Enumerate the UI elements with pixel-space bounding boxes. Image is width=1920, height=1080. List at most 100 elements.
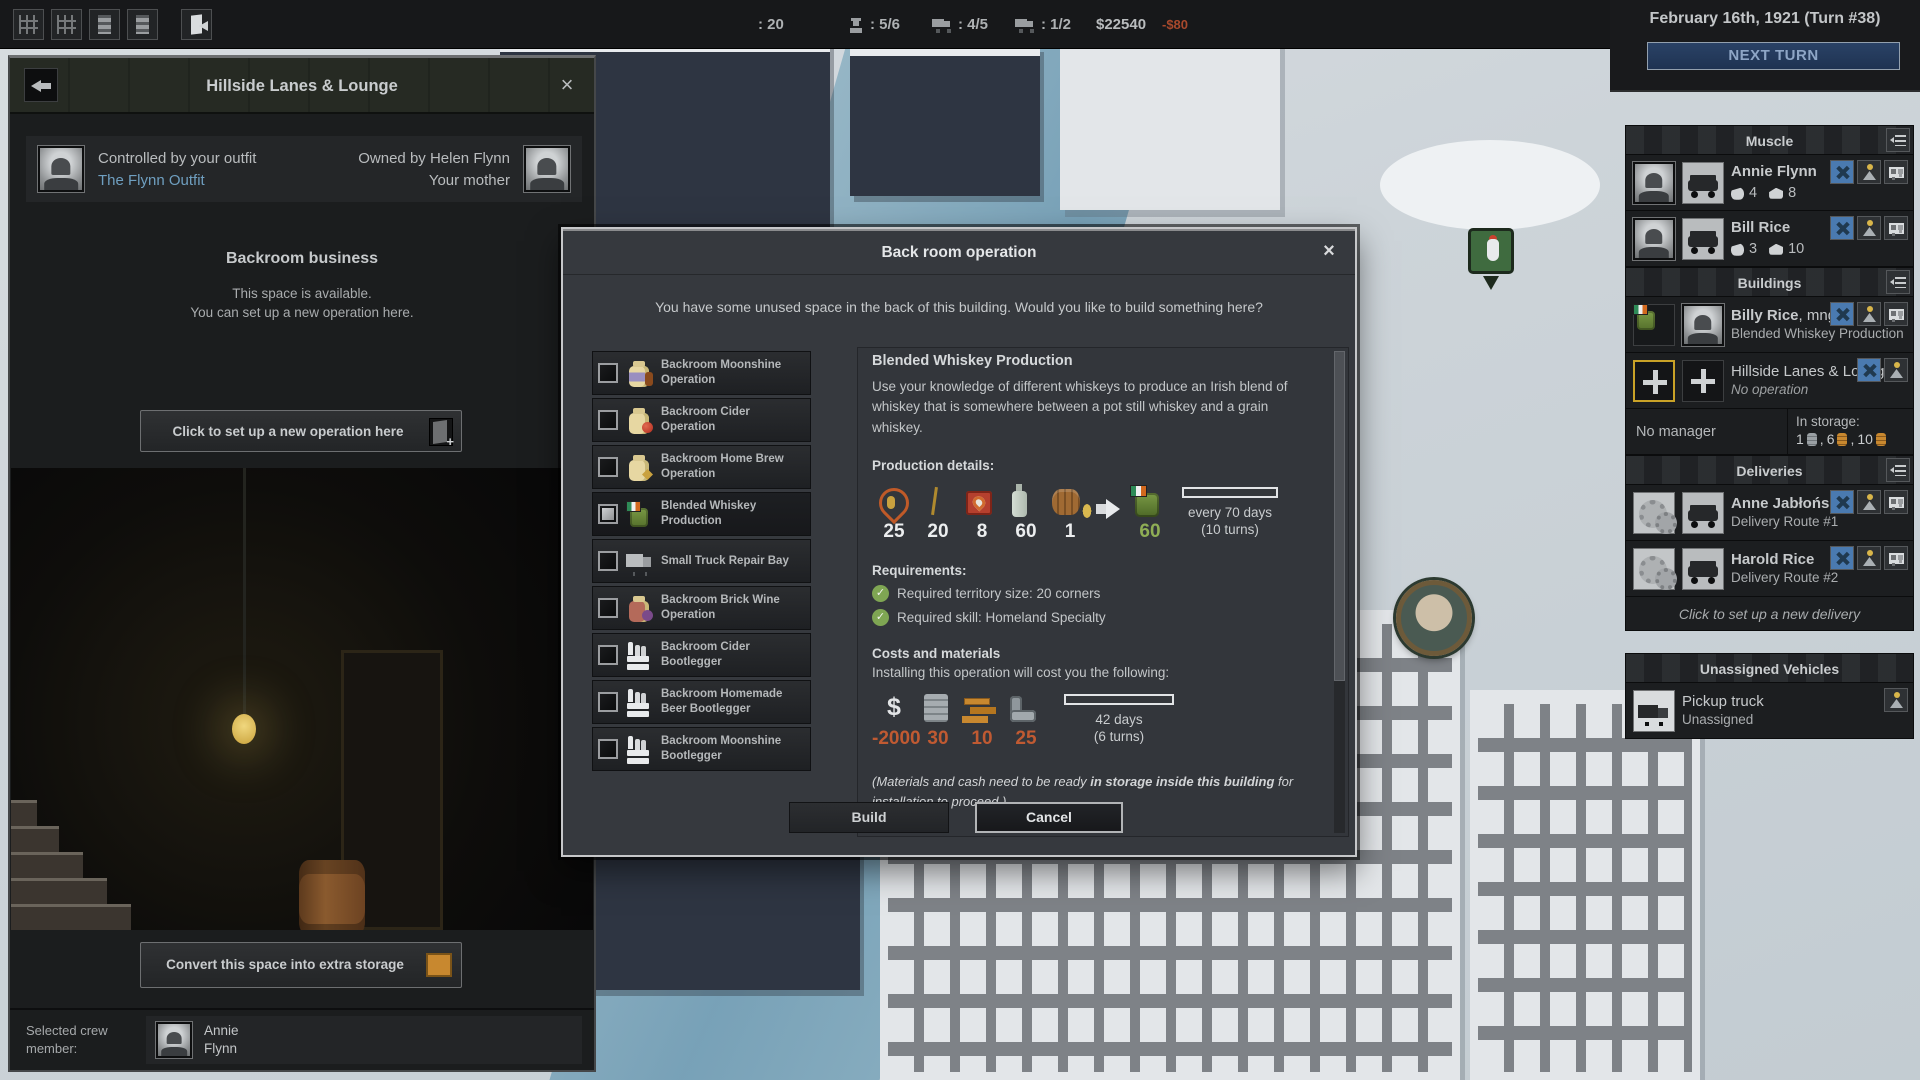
crew-stats: 4 8: [1731, 184, 1817, 203]
bowling-alley-map-marker[interactable]: [1468, 228, 1514, 274]
option-backroom-cider-bootlegger[interactable]: Backroom CiderBootlegger: [592, 633, 811, 677]
locate-on-map-icon[interactable]: [1830, 216, 1854, 240]
checkbox[interactable]: [598, 551, 618, 571]
ledger-icon[interactable]: [89, 9, 120, 40]
outfit-link[interactable]: The Flynn Outfit: [98, 170, 256, 192]
next-turn-button[interactable]: NEXT TURN: [1647, 42, 1900, 70]
assign-person-icon[interactable]: [1884, 358, 1908, 382]
territory-counter: : 20: [752, 0, 784, 49]
map-search-icon[interactable]: [51, 9, 82, 40]
convert-storage-button[interactable]: Convert this space into extra storage: [140, 942, 462, 988]
checkbox[interactable]: [598, 692, 618, 712]
building-row-whiskey[interactable]: Billy Rice, mngr. Blended Whiskey Produc…: [1625, 297, 1914, 353]
muscle-row-bill[interactable]: Bill Rice 3 10: [1625, 211, 1914, 267]
checkbox[interactable]: [598, 504, 618, 524]
locate-on-map-icon[interactable]: [1857, 358, 1881, 382]
brick-wine-jar-icon: [624, 593, 654, 623]
checkbox[interactable]: [598, 410, 618, 430]
cycle-box: every 70 days(10 turns): [1182, 483, 1278, 539]
crew-member-map-badge[interactable]: [1396, 580, 1472, 656]
selected-crew-box[interactable]: Annie Flynn: [146, 1016, 582, 1064]
delivery-row-1[interactable]: Anne Jabłoński Delivery Route #1: [1625, 485, 1914, 541]
person-portrait[interactable]: [1633, 162, 1675, 204]
character-card-icon[interactable]: [1884, 490, 1908, 514]
checkbox[interactable]: [598, 645, 618, 665]
in-storage-label: In storage:: [1796, 414, 1905, 429]
owner-portrait[interactable]: [524, 146, 570, 192]
option-backroom-moonshine-operation[interactable]: Backroom MoonshineOperation: [592, 351, 811, 395]
input-amount: 20: [916, 521, 960, 543]
scrollbar-track[interactable]: [1334, 351, 1345, 833]
character-card-icon[interactable]: [1884, 160, 1908, 184]
cancel-button[interactable]: Cancel: [975, 802, 1123, 833]
option-small-truck-repair-bay[interactable]: Small Truck Repair Bay: [592, 539, 811, 583]
controller-portrait[interactable]: [38, 146, 84, 192]
list-icon[interactable]: [1886, 270, 1910, 294]
list-icon[interactable]: [1886, 458, 1910, 482]
character-card-icon[interactable]: [1884, 216, 1908, 240]
option-backroom-brick-wine-operation[interactable]: Backroom Brick WineOperation: [592, 586, 811, 630]
close-icon[interactable]: ×: [1315, 238, 1343, 266]
locate-on-map-icon[interactable]: [1830, 302, 1854, 326]
vehicle-thumbnail[interactable]: [1682, 548, 1724, 590]
option-backroom-moonshine-bootlegger[interactable]: Backroom MoonshineBootlegger: [592, 727, 811, 771]
backroom-operation-modal: Back room operation × You have some unus…: [561, 227, 1357, 857]
add-operation-icon[interactable]: [1633, 360, 1675, 402]
exit-icon[interactable]: [181, 9, 212, 40]
vehicle-thumbnail[interactable]: [1682, 492, 1724, 534]
setup-operation-label: Click to set up a new operation here: [172, 424, 403, 439]
map-marker-tail: [1483, 276, 1499, 290]
vehicle-status: Unassigned: [1682, 711, 1764, 729]
scrollbar-thumb[interactable]: [1334, 351, 1345, 681]
grid-glyph: [57, 15, 76, 34]
locate-on-map-icon[interactable]: [1830, 546, 1854, 570]
assign-person-icon[interactable]: [1857, 216, 1881, 240]
checkbox[interactable]: [598, 598, 618, 618]
assign-person-icon[interactable]: [1857, 160, 1881, 184]
locate-on-map-icon[interactable]: [1830, 160, 1854, 184]
assign-person-icon[interactable]: [1857, 546, 1881, 570]
building-row-hillside[interactable]: Hillside Lanes & Lounge No operation: [1625, 353, 1914, 409]
character-card-icon[interactable]: [1884, 546, 1908, 570]
locate-on-map-icon[interactable]: [1830, 490, 1854, 514]
add-manager-icon[interactable]: [1682, 360, 1724, 402]
assign-person-icon[interactable]: [1857, 302, 1881, 326]
modal-prompt: You have some unused space in the back o…: [563, 299, 1355, 315]
bootlegger-icon: [624, 734, 654, 764]
contacts-book-icon[interactable]: [127, 9, 158, 40]
checkbox[interactable]: [598, 457, 618, 477]
muscle-row-annie[interactable]: Annie Flynn 4 8: [1625, 155, 1914, 211]
muscle-title: Muscle: [1746, 133, 1793, 149]
option-backroom-homemade-beer-bootlegger[interactable]: Backroom HomemadeBeer Bootlegger: [592, 680, 811, 724]
build-button[interactable]: Build: [789, 802, 949, 833]
checkbox[interactable]: [598, 739, 618, 759]
map-edit-icon[interactable]: [13, 9, 44, 40]
vehicle-thumbnail[interactable]: [1682, 162, 1724, 204]
vehicle-row-pickup[interactable]: Pickup truck Unassigned: [1625, 683, 1914, 739]
checkbox[interactable]: [598, 363, 618, 383]
delivery-row-2[interactable]: Harold Rice Delivery Route #2: [1625, 541, 1914, 597]
new-delivery-button[interactable]: Click to set up a new delivery: [1625, 597, 1914, 631]
option-backroom-home-brew-operation[interactable]: Backroom Home BrewOperation: [592, 445, 811, 489]
assign-person-icon[interactable]: [1857, 490, 1881, 514]
truck-icon: [932, 17, 952, 31]
assign-person-icon[interactable]: [1884, 688, 1908, 712]
requirements-label: Requirements:: [872, 563, 1314, 578]
character-card-icon[interactable]: [1884, 302, 1908, 326]
back-icon[interactable]: [24, 68, 58, 102]
truck-repair-icon: [624, 546, 654, 576]
close-icon[interactable]: ×: [552, 71, 582, 101]
person-portrait[interactable]: [1633, 218, 1675, 260]
crew-name: Bill Rice: [1731, 218, 1804, 238]
crew-stats: 3 10: [1731, 240, 1804, 259]
vehicle-thumbnail[interactable]: [1682, 218, 1724, 260]
setup-operation-button[interactable]: Click to set up a new operation here: [140, 410, 462, 452]
option-blended-whiskey-production[interactable]: Blended WhiskeyProduction: [592, 492, 811, 536]
pickup-truck-thumbnail[interactable]: [1633, 690, 1675, 732]
operation-detail-panel: Blended Whiskey Production Use your know…: [857, 347, 1349, 837]
costs-label: Costs and materials: [872, 646, 1314, 661]
hanging-lamp: [232, 714, 256, 744]
option-backroom-cider-operation[interactable]: Backroom CiderOperation: [592, 398, 811, 442]
manager-portrait[interactable]: [1682, 304, 1724, 346]
list-icon[interactable]: [1886, 128, 1910, 152]
